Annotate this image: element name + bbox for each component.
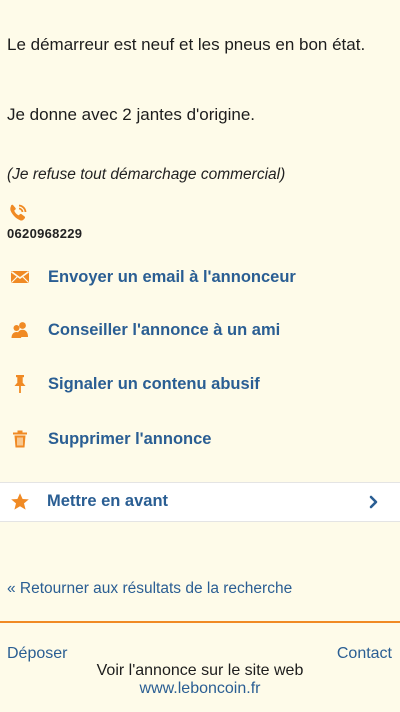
star-icon [11,493,29,510]
back-to-results-link[interactable]: « Retourner aux résultats de la recherch… [7,580,292,598]
report-abuse-label: Signaler un contenu abusif [48,374,260,393]
report-abuse-link[interactable]: Signaler un contenu abusif [0,369,400,399]
contact-link[interactable]: Contact [337,645,392,663]
footer-divider [0,621,400,623]
email-advertiser-label: Envoyer un email à l'annonceur [48,267,296,286]
phone-icon[interactable] [8,203,28,223]
ad-description-rims: Je donne avec 2 jantes d'origine. [7,105,256,124]
phone-number[interactable]: 0620968229 [7,226,82,241]
feature-ad-row[interactable]: Mettre en avant [0,482,400,522]
recommend-ad-link[interactable]: Conseiller l'annonce à un ami [0,315,400,345]
envelope-icon [11,271,29,283]
ad-description-condition: Le démarreur est neuf et les pneus en bo… [7,35,366,54]
chevron-right-icon [369,495,378,509]
trash-icon [13,430,27,448]
ad-note: (Je refuse tout démarchage commercial) [7,166,286,183]
email-advertiser-link[interactable]: Envoyer un email à l'annonceur [0,262,400,292]
pin-icon [14,375,26,393]
view-on-site-text: Voir l'annonce sur le site web [96,662,304,679]
users-icon [11,322,28,338]
site-url-link[interactable]: www.leboncoin.fr [0,680,400,698]
recommend-ad-label: Conseiller l'annonce à un ami [48,320,281,339]
feature-ad-label: Mettre en avant [47,492,169,510]
delete-ad-link[interactable]: Supprimer l'annonce [0,424,400,454]
delete-ad-label: Supprimer l'annonce [48,429,212,448]
post-ad-link[interactable]: Déposer [7,645,67,663]
